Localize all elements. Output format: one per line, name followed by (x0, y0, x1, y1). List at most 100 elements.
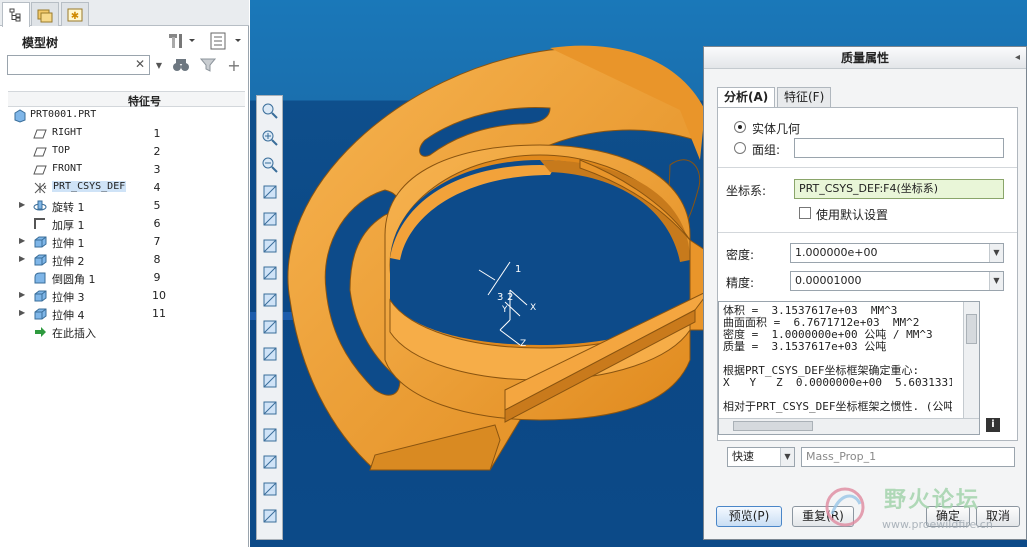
search-dropdown-icon[interactable]: ▼ (153, 57, 165, 73)
density-label: 密度: (726, 248, 755, 262)
tree-item[interactable]: ▶ 拉伸 3 10 (0, 287, 248, 305)
vscroll-thumb[interactable] (966, 314, 977, 344)
expand-icon[interactable]: ▶ (19, 236, 27, 246)
zoom-fit-button[interactable] (259, 100, 281, 122)
info-icon[interactable]: i (986, 418, 1000, 432)
tree-item[interactable]: ▶ 拉伸 1 7 (0, 233, 248, 251)
csys-display-button[interactable] (259, 370, 281, 392)
density-field[interactable]: 1.000000e+00 ▼ (790, 243, 1004, 263)
datum-points-icon (263, 347, 277, 361)
datum-planes-button[interactable] (259, 289, 281, 311)
density-dropdown-icon[interactable]: ▼ (989, 244, 1003, 262)
expand-icon[interactable]: ▶ (19, 290, 27, 300)
tree-item-number: 6 (153, 217, 161, 230)
spin-center-button[interactable] (259, 424, 281, 446)
extrude-icon (33, 307, 47, 321)
tree-item-label: 拉伸 2 (52, 255, 85, 268)
tab-model-tree[interactable] (2, 2, 30, 27)
zoom-out-icon (262, 157, 278, 173)
tree-item[interactable]: x PRT_CSYS_DEF 4 (0, 179, 248, 197)
layer-button[interactable] (259, 478, 281, 500)
list-icon (210, 32, 241, 50)
csys-collector[interactable]: PRT_CSYS_DEF:F4(坐标系) (794, 179, 1004, 199)
tree-item-label: 倒圆角 1 (52, 273, 96, 286)
mode-dropdown-icon[interactable]: ▼ (780, 448, 794, 466)
datum-points-button[interactable] (259, 343, 281, 365)
show-columns-button[interactable] (208, 31, 246, 51)
tree-search-input[interactable]: ✕ (7, 55, 150, 75)
favorites-icon: ✱ (67, 8, 83, 22)
accuracy-value: 0.00001000 (795, 274, 862, 287)
watermark: 野火论坛 www.proewildfire.cn (820, 480, 1020, 540)
dialog-scroll-icon[interactable]: ◂ (1015, 52, 1020, 63)
insert-here-icon (33, 325, 47, 339)
tree-item[interactable]: 加厚 1 6 (0, 215, 248, 233)
tree-settings-button[interactable] (166, 31, 198, 51)
appearance-button[interactable] (259, 262, 281, 284)
results-vscrollbar[interactable] (963, 302, 979, 419)
datum-plane-icon (33, 145, 47, 159)
analysis-name-field[interactable]: Mass_Prop_1 (801, 447, 1015, 467)
filter-icon[interactable] (198, 56, 218, 74)
repaint-button[interactable] (259, 181, 281, 203)
tab-feature[interactable]: 特征(F) (777, 87, 832, 107)
tree-item-label: 拉伸 1 (52, 237, 85, 250)
expand-icon[interactable]: ▶ (19, 308, 27, 318)
datum-axes-button[interactable] (259, 316, 281, 338)
annotation-button[interactable] (259, 397, 281, 419)
results-box[interactable]: 体积 = 3.1537617e+03 MM^3 曲面面积 = 6.7671712e… (718, 301, 980, 435)
clear-search-icon[interactable]: ✕ (135, 57, 145, 71)
use-default-checkbox[interactable] (799, 207, 811, 219)
hscroll-thumb[interactable] (733, 421, 813, 431)
density-value: 1.000000e+00 (795, 246, 878, 259)
quilt-collector[interactable] (794, 138, 1004, 158)
tree-item[interactable]: ▶ 拉伸 4 11 (0, 305, 248, 323)
tree-item[interactable]: 在此插入 (0, 323, 248, 341)
tab-analysis[interactable]: 分析(A) (717, 87, 776, 108)
explode-button[interactable] (259, 505, 281, 527)
tree-item[interactable]: ▶ 旋转 1 5 (0, 197, 248, 215)
solid-geometry-label: 实体几何 (752, 122, 801, 136)
view-orient-button[interactable] (259, 208, 281, 230)
tree-item-label: FRONT (52, 163, 83, 174)
zoom-in-icon (262, 130, 278, 146)
tree-item[interactable]: ▶ 拉伸 2 8 (0, 251, 248, 269)
tree-item[interactable]: FRONT 3 (0, 161, 248, 179)
results-hscrollbar[interactable] (719, 418, 979, 434)
extrude-icon (33, 235, 47, 249)
tab-favorites[interactable]: ✱ (61, 2, 89, 26)
watermark-text: 野火论坛 (884, 488, 981, 513)
expand-icon[interactable]: ▶ (19, 254, 27, 264)
accuracy-field[interactable]: 0.00001000 ▼ (790, 271, 1004, 291)
tree-item[interactable]: PRT0001.PRT (0, 107, 248, 125)
tree-item-label: PRT0001.PRT (30, 109, 97, 120)
tree-item[interactable]: 倒圆角 1 9 (0, 269, 248, 287)
datum-plane-icon (33, 163, 47, 177)
tree-item[interactable]: RIGHT 1 (0, 125, 248, 143)
add-icon[interactable]: + (225, 56, 243, 75)
csys-label-1: 1 (515, 264, 521, 275)
saved-views-button[interactable] (259, 235, 281, 257)
extrude-icon (33, 289, 47, 303)
tab-folder-browser[interactable] (31, 2, 59, 26)
folder-browser-icon (37, 9, 53, 22)
solid-geometry-radio[interactable] (734, 121, 746, 133)
zoom-in-button[interactable] (259, 127, 281, 149)
accuracy-dropdown-icon[interactable]: ▼ (989, 272, 1003, 290)
spin-center-icon (263, 428, 277, 442)
tree-item-number: 7 (153, 235, 161, 248)
preview-button[interactable]: 预览(P) (716, 506, 782, 527)
simplified-rep-button[interactable] (259, 451, 281, 473)
extrude-icon (33, 253, 47, 267)
expand-icon[interactable]: ▶ (19, 200, 27, 210)
find-icon[interactable] (171, 56, 191, 74)
appearance-icon (263, 266, 277, 280)
quilt-radio[interactable] (734, 142, 746, 154)
thicken-icon (33, 217, 47, 231)
mode-select[interactable]: 快速 ▼ (727, 447, 795, 467)
tree-item-label: TOP (52, 145, 71, 156)
csys-label-x: X (530, 303, 536, 313)
watermark-url: www.proewildfire.cn (882, 518, 993, 531)
zoom-out-button[interactable] (259, 154, 281, 176)
tree-item[interactable]: TOP 2 (0, 143, 248, 161)
